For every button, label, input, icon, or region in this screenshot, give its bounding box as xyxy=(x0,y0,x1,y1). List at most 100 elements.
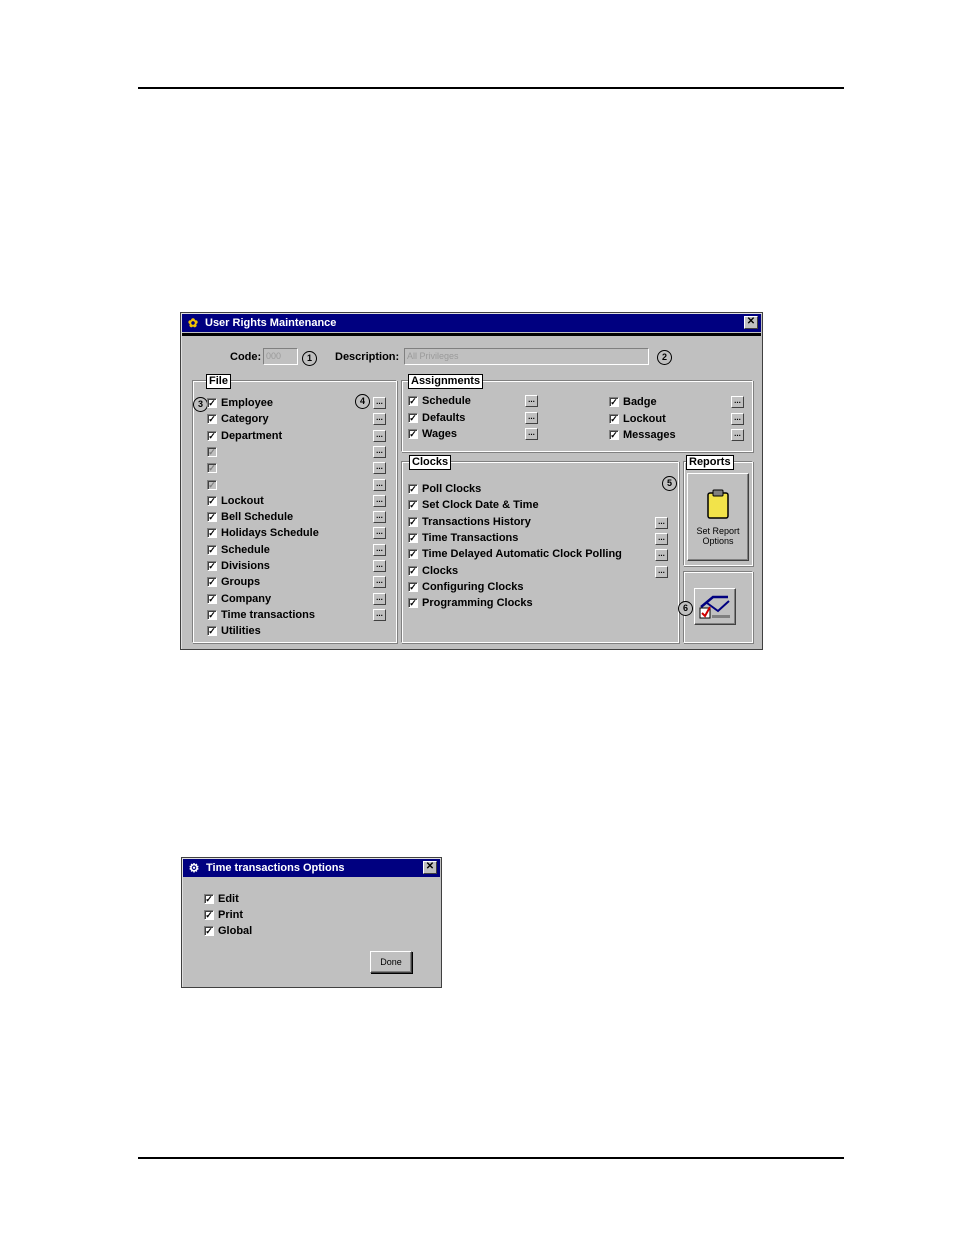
checkbox[interactable]: ✓ xyxy=(408,429,418,439)
checkbox[interactable]: ✓ xyxy=(207,414,217,425)
clock-item-label: Poll Clocks xyxy=(422,483,482,495)
clock-options-button[interactable]: ... xyxy=(655,565,668,578)
checkbox[interactable]: ✓ xyxy=(609,397,619,407)
assignment-options-button[interactable]: ... xyxy=(525,428,538,440)
option-item[interactable]: ✓ Global xyxy=(204,924,252,938)
checkbox[interactable]: ✓ xyxy=(207,446,217,457)
file-item-options-button[interactable]: ... xyxy=(373,478,386,491)
clock-item[interactable]: ✓ Set Clock Date & Time xyxy=(408,498,539,512)
file-item-options-button[interactable]: ... xyxy=(373,608,386,621)
checkbox[interactable]: ✓ xyxy=(204,894,214,904)
checkbox[interactable]: ✓ xyxy=(207,593,217,604)
assignment-item[interactable]: ✓ Badge xyxy=(609,395,657,409)
file-item[interactable]: ✓ Employee xyxy=(207,396,273,410)
clock-item[interactable]: ✓ Poll Clocks xyxy=(408,482,481,496)
checkbox[interactable]: ✓ xyxy=(204,926,214,936)
file-item[interactable]: ✓ Bell Schedule xyxy=(207,510,293,524)
checkbox[interactable]: ✓ xyxy=(408,412,418,423)
option-item[interactable]: ✓ Edit xyxy=(204,892,239,906)
file-item[interactable]: ✓ Holidays Schedule xyxy=(207,526,319,540)
description-field[interactable]: All Privileges xyxy=(404,348,649,365)
file-item[interactable]: ✓ Time transactions xyxy=(207,608,315,622)
assignment-item[interactable]: ✓ Wages xyxy=(408,427,457,441)
file-item-options-button[interactable]: ... xyxy=(373,527,386,540)
checkbox[interactable]: ✓ xyxy=(408,396,418,406)
set-report-options-button[interactable]: Set Report Options xyxy=(687,473,749,561)
checkbox[interactable]: ✓ xyxy=(207,463,217,474)
clock-item[interactable]: ✓ Clocks xyxy=(408,564,458,578)
file-item[interactable]: ✓ xyxy=(207,461,221,475)
file-item-options-button[interactable]: ... xyxy=(373,494,386,507)
file-item[interactable]: ✓ xyxy=(207,445,221,459)
file-item-options-button[interactable]: ... xyxy=(373,592,386,605)
assignment-options-button[interactable]: ... xyxy=(731,412,744,425)
file-item[interactable]: ✓ Company xyxy=(207,592,271,606)
checkbox[interactable]: ✓ xyxy=(207,398,217,408)
file-item-options-button[interactable]: ... xyxy=(373,543,386,556)
file-item-options-button[interactable]: ... xyxy=(373,397,386,409)
title-bar[interactable]: ✿ User Rights Maintenance ✕ xyxy=(182,314,761,332)
code-field[interactable]: 000 xyxy=(263,348,298,365)
file-item[interactable]: ✓ Divisions xyxy=(207,559,270,573)
file-item-options-button[interactable]: ... xyxy=(373,429,386,442)
options-close-icon[interactable]: ✕ xyxy=(423,861,437,874)
assignment-options-button[interactable]: ... xyxy=(731,396,744,408)
checkbox[interactable]: ✓ xyxy=(204,910,214,920)
checkbox[interactable]: ✓ xyxy=(408,549,418,560)
file-item-options-button[interactable]: ... xyxy=(373,576,386,589)
checkbox[interactable]: ✓ xyxy=(207,626,217,637)
callout-4: 4 xyxy=(355,394,370,409)
assignment-item[interactable]: ✓ Lockout xyxy=(609,412,666,426)
file-item[interactable]: ✓ xyxy=(207,478,221,492)
checkbox[interactable]: ✓ xyxy=(408,500,418,511)
save-rights-button[interactable] xyxy=(694,588,736,625)
checkbox[interactable]: ✓ xyxy=(408,581,418,592)
file-item[interactable]: ✓ Lockout xyxy=(207,494,264,508)
close-icon[interactable]: ✕ xyxy=(744,316,758,329)
checkbox[interactable]: ✓ xyxy=(207,430,217,441)
file-item-options-button[interactable]: ... xyxy=(373,462,386,475)
file-item-options-button[interactable]: ... xyxy=(373,511,386,524)
checkbox[interactable]: ✓ xyxy=(207,495,217,506)
assignment-options-button[interactable]: ... xyxy=(731,429,744,441)
file-item-options-button[interactable]: ... xyxy=(373,560,386,572)
checkbox[interactable]: ✓ xyxy=(408,516,418,527)
done-button[interactable]: Done xyxy=(370,951,412,973)
file-item[interactable]: ✓ Groups xyxy=(207,575,260,589)
clock-item[interactable]: ✓ Programming Clocks xyxy=(408,596,533,610)
clock-item[interactable]: ✓ Configuring Clocks xyxy=(408,580,523,594)
checkbox[interactable]: ✓ xyxy=(408,565,418,576)
options-title-bar[interactable]: ⚙ Time transactions Options ✕ xyxy=(183,859,440,877)
file-item[interactable]: ✓ Category xyxy=(207,412,269,426)
checkbox[interactable]: ✓ xyxy=(207,479,217,490)
assignment-options-button[interactable]: ... xyxy=(525,395,538,407)
checkbox[interactable]: ✓ xyxy=(609,413,619,424)
checkbox[interactable]: ✓ xyxy=(609,430,619,440)
checkbox[interactable]: ✓ xyxy=(408,484,418,494)
checkbox[interactable]: ✓ xyxy=(207,512,217,523)
clock-item-label: Clocks xyxy=(422,564,459,577)
assignment-item[interactable]: ✓ Defaults xyxy=(408,411,465,425)
file-item[interactable]: ✓ Utilities xyxy=(207,624,261,638)
checkbox[interactable]: ✓ xyxy=(207,561,217,571)
assignment-options-button[interactable]: ... xyxy=(525,411,538,424)
file-item[interactable]: ✓ Schedule xyxy=(207,543,270,557)
clock-options-button[interactable]: ... xyxy=(655,516,668,529)
assignment-item[interactable]: ✓ Messages xyxy=(609,428,676,442)
checkbox[interactable]: ✓ xyxy=(207,544,217,555)
file-item-options-button[interactable]: ... xyxy=(373,413,386,426)
checkbox[interactable]: ✓ xyxy=(408,532,418,543)
checkbox[interactable]: ✓ xyxy=(207,609,217,620)
file-item[interactable]: ✓ Department xyxy=(207,429,282,443)
checkbox[interactable]: ✓ xyxy=(207,528,217,539)
assignment-item[interactable]: ✓ Schedule xyxy=(408,394,471,408)
option-item[interactable]: ✓ Print xyxy=(204,908,243,922)
clock-item[interactable]: ✓ Time Transactions xyxy=(408,531,518,545)
clock-item[interactable]: ✓ Time Delayed Automatic Clock Polling xyxy=(408,547,622,561)
clock-options-button[interactable]: ... xyxy=(655,532,668,545)
clock-options-button[interactable]: ... xyxy=(655,549,668,562)
checkbox[interactable]: ✓ xyxy=(207,577,217,588)
file-item-options-button[interactable]: ... xyxy=(373,445,386,458)
clock-item[interactable]: ✓ Transactions History xyxy=(408,515,531,529)
checkbox[interactable]: ✓ xyxy=(408,598,418,609)
